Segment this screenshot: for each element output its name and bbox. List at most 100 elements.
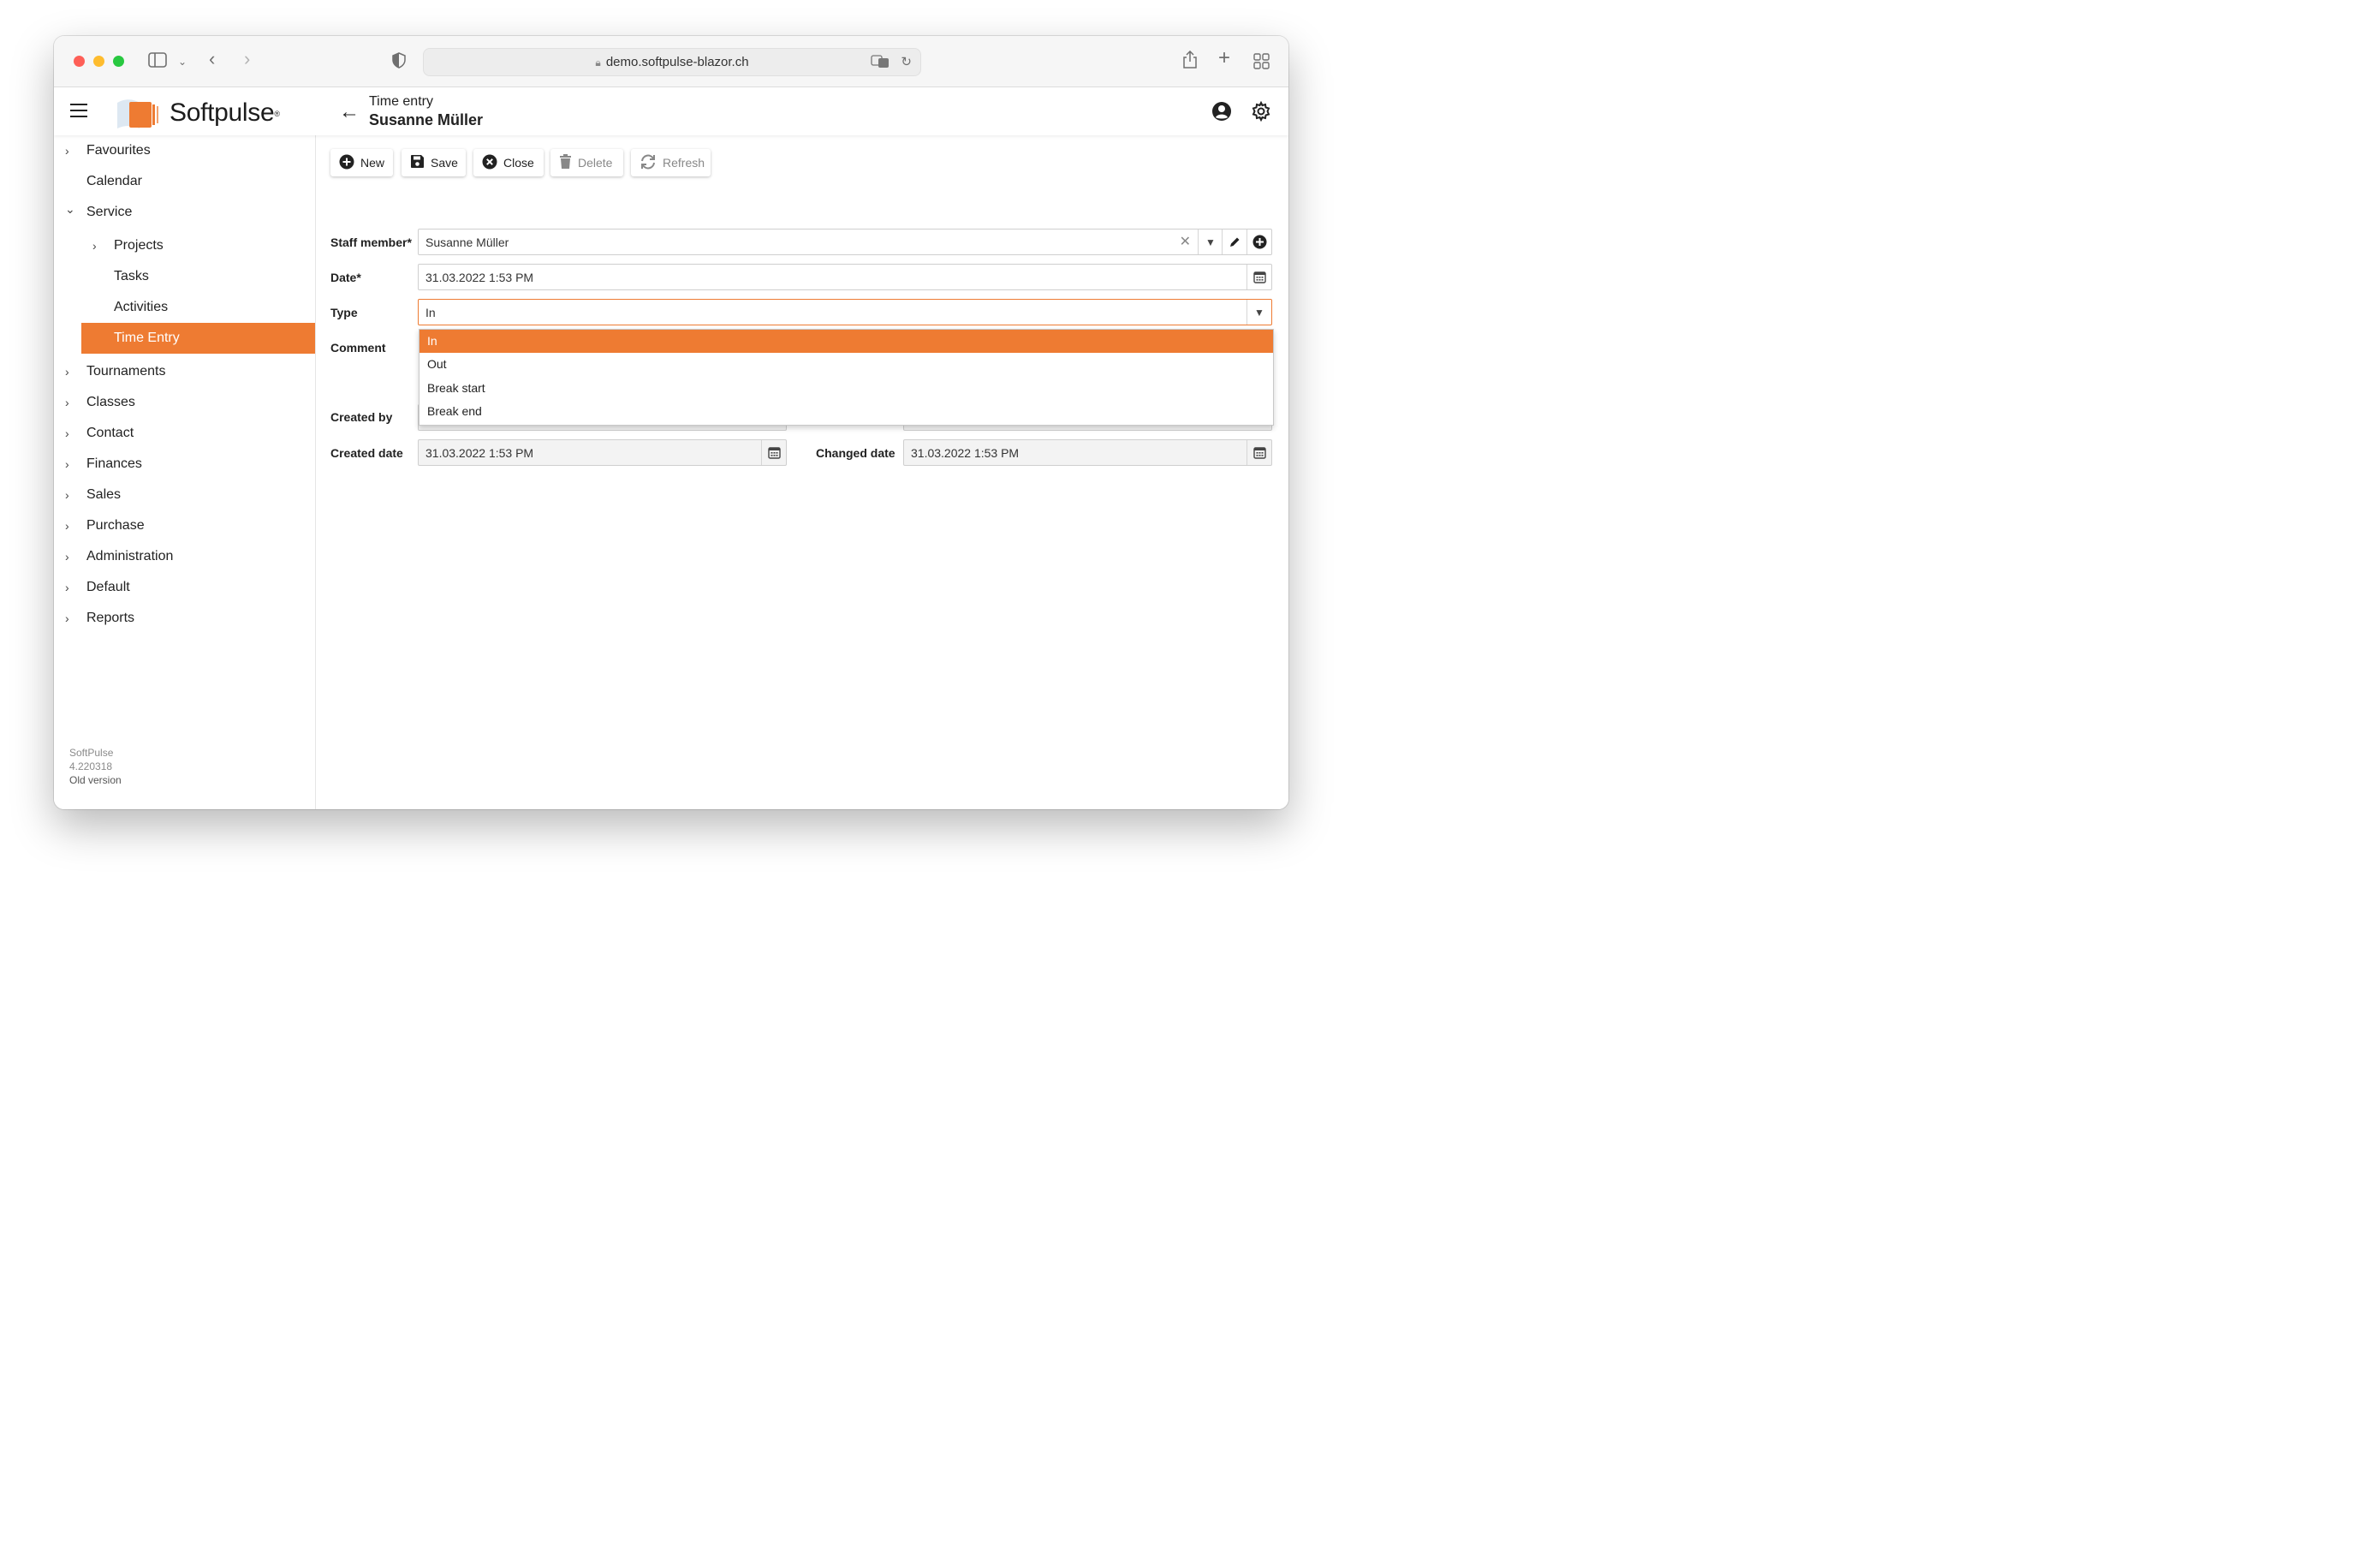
maximize-window-button[interactable] [113, 56, 124, 67]
forward-nav-icon[interactable]: › [244, 50, 250, 69]
sidebar-item-default[interactable]: › Default [54, 572, 315, 603]
sidebar-item-label: Sales [86, 487, 122, 502]
sidebar-item-tasks[interactable]: Tasks [54, 261, 315, 292]
page-subtitle: Time entry [369, 94, 433, 109]
sidebar-item-finances[interactable]: › Finances [54, 449, 315, 480]
sidebar-item-label: Favourites [86, 143, 151, 158]
sidebar-toggle-icon[interactable] [148, 52, 167, 71]
save-button[interactable]: Save [402, 149, 466, 176]
sidebar-item-tournaments[interactable]: › Tournaments [54, 356, 315, 387]
gear-icon[interactable] [1251, 100, 1271, 126]
app-header: Softpulse® ← Time entry Susanne Müller [54, 87, 1288, 135]
created-by-label: Created by [330, 410, 393, 424]
chevron-down-icon: ⌄ [65, 202, 75, 216]
type-select[interactable]: In ▼ [418, 299, 1272, 325]
new-button-label: New [360, 156, 385, 170]
chevron-right-icon: › [65, 519, 69, 533]
softpulse-logo-icon [114, 98, 162, 132]
date-field[interactable]: 31.03.2022 1:53 PM [418, 264, 1272, 290]
changed-date-label: Changed date [816, 446, 895, 460]
sidebar-item-calendar[interactable]: Calendar [54, 166, 315, 197]
chevron-right-icon: › [65, 457, 69, 471]
screen: ⌄ ‹ › 🔒︎ demo.softpulse-blazor.ch ↻ + So… [0, 0, 1342, 881]
chevron-right-icon: › [65, 550, 69, 563]
changed-date-field[interactable]: 31.03.2022 1:53 PM [903, 439, 1272, 466]
lock-icon: 🔒︎ [595, 57, 601, 69]
sidebar-item-reports[interactable]: › Reports [54, 603, 315, 634]
sidebar-item-service[interactable]: ⌄ Service [54, 197, 315, 228]
new-tab-icon[interactable]: + [1218, 48, 1230, 69]
share-icon[interactable] [1182, 50, 1198, 73]
created-date-field[interactable]: 31.03.2022 1:53 PM [418, 439, 787, 466]
sidebar-item-projects[interactable]: › Projects [54, 230, 315, 261]
trash-icon [559, 154, 572, 171]
dropdown-option-break-end[interactable]: Break end [419, 400, 1273, 423]
edit-pencil-icon[interactable] [1222, 230, 1247, 254]
comment-label: Comment [330, 341, 386, 355]
sidebar: › Favourites Calendar ⌄ Service › Projec… [54, 135, 316, 809]
calendar-icon[interactable] [1247, 440, 1271, 465]
close-button[interactable]: Close [473, 149, 544, 176]
sidebar-item-label: Activities [114, 300, 169, 314]
caret-down-icon[interactable]: ▼ [1247, 300, 1271, 325]
reload-icon[interactable]: ↻ [901, 54, 912, 69]
sidebar-item-time-entry[interactable]: Time Entry [81, 323, 315, 354]
sidebar-item-label: Default [86, 580, 130, 594]
back-arrow-icon[interactable]: ← [339, 100, 360, 124]
sidebar-item-label: Administration [86, 549, 174, 563]
menu-icon[interactable] [70, 104, 87, 122]
sidebar-item-label: Service [86, 205, 133, 219]
logo-registered-mark: ® [274, 110, 280, 119]
footer-version: 4.220318 [69, 760, 113, 772]
calendar-icon[interactable] [1247, 265, 1271, 289]
staff-member-label: Staff member* [330, 235, 412, 249]
app-logo-text: Softpulse® [170, 98, 280, 128]
sidebar-item-label: Tasks [114, 269, 149, 283]
sidebar-item-label: Time Entry [114, 331, 180, 345]
close-circle-icon [482, 154, 497, 172]
close-window-button[interactable] [74, 56, 85, 67]
date-value: 31.03.2022 1:53 PM [425, 271, 534, 284]
date-label: Date* [330, 271, 361, 284]
staff-member-field[interactable]: Susanne Müller ✕ ▼ [418, 229, 1272, 255]
changed-date-value: 31.03.2022 1:53 PM [911, 446, 1020, 460]
sidebar-item-classes[interactable]: › Classes [54, 387, 315, 418]
sidebar-footer: SoftPulse 4.220318 Old version [69, 746, 122, 787]
minimize-window-button[interactable] [93, 56, 104, 67]
refresh-button[interactable]: Refresh [631, 149, 711, 176]
user-account-icon[interactable] [1211, 101, 1232, 126]
caret-down-icon[interactable]: ▼ [1198, 230, 1223, 254]
chevron-down-icon[interactable]: ⌄ [178, 53, 187, 70]
sidebar-item-label: Projects [114, 238, 164, 253]
sidebar-item-label: Purchase [86, 518, 145, 533]
dropdown-option-out[interactable]: Out [419, 353, 1273, 376]
chevron-right-icon: › [65, 396, 69, 409]
old-version-link[interactable]: Old version [69, 773, 122, 787]
sidebar-item-contact[interactable]: › Contact [54, 418, 315, 449]
sidebar-item-label: Tournaments [86, 364, 166, 379]
chevron-right-icon: › [92, 239, 97, 253]
sidebar-item-sales[interactable]: › Sales [54, 480, 315, 510]
dropdown-option-in[interactable]: In [419, 330, 1273, 353]
clear-icon[interactable]: ✕ [1180, 233, 1191, 250]
sidebar-item-purchase[interactable]: › Purchase [54, 510, 315, 541]
translate-icon[interactable] [871, 55, 890, 73]
delete-button[interactable]: Delete [550, 149, 623, 176]
add-circle-icon[interactable] [1247, 230, 1271, 254]
main-content: New Save Close Delete Refresh Staff memb… [316, 135, 1288, 809]
shield-icon[interactable] [392, 52, 406, 72]
sidebar-item-label: Reports [86, 611, 135, 625]
page-title: Susanne Müller [369, 111, 484, 128]
back-nav-icon[interactable]: ‹ [209, 50, 215, 69]
dropdown-option-break-start[interactable]: Break start [419, 377, 1273, 400]
tab-overview-icon[interactable] [1253, 53, 1270, 73]
sidebar-item-activities[interactable]: Activities [54, 292, 315, 323]
sidebar-item-favourites[interactable]: › Favourites [54, 135, 315, 166]
browser-window: ⌄ ‹ › 🔒︎ demo.softpulse-blazor.ch ↻ + So… [54, 36, 1288, 809]
created-date-label: Created date [330, 446, 403, 460]
new-button[interactable]: New [330, 149, 393, 176]
sidebar-item-administration[interactable]: › Administration [54, 541, 315, 572]
address-bar[interactable]: 🔒︎ demo.softpulse-blazor.ch ↻ [423, 48, 921, 76]
url-text: demo.softpulse-blazor.ch [605, 55, 749, 69]
calendar-icon[interactable] [761, 440, 786, 465]
